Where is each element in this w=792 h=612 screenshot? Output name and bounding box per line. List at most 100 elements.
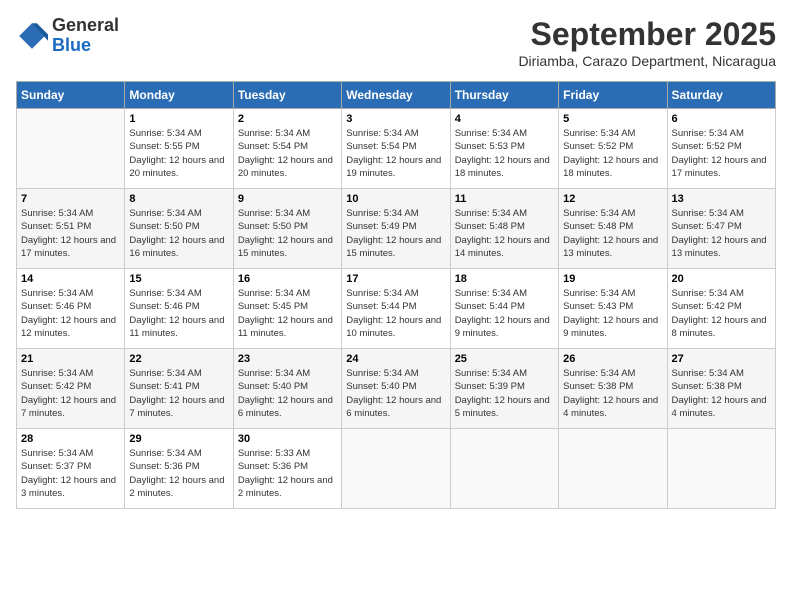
- sunset-text: Sunset: 5:37 PM: [21, 460, 120, 473]
- daylight-text: Daylight: 12 hours and 18 minutes.: [455, 154, 554, 181]
- day-info: Sunrise: 5:34 AMSunset: 5:43 PMDaylight:…: [563, 287, 662, 340]
- col-header-thursday: Thursday: [450, 82, 558, 109]
- sunrise-text: Sunrise: 5:34 AM: [563, 367, 662, 380]
- daylight-text: Daylight: 12 hours and 10 minutes.: [346, 314, 445, 341]
- sunrise-text: Sunrise: 5:34 AM: [455, 367, 554, 380]
- calendar-cell: 25Sunrise: 5:34 AMSunset: 5:39 PMDayligh…: [450, 349, 558, 429]
- calendar-header-row: SundayMondayTuesdayWednesdayThursdayFrid…: [17, 82, 776, 109]
- calendar-cell: 23 Sunrise: 5:34 AMSunset: 5:40 PMDayligh…: [233, 349, 341, 429]
- calendar-cell: 19Sunrise: 5:34 AMSunset: 5:43 PMDayligh…: [559, 269, 667, 349]
- daylight-text: Daylight: 12 hours and 15 minutes.: [238, 234, 337, 261]
- daylight-text: Daylight: 12 hours and 2 minutes.: [129, 474, 228, 501]
- logo-icon: [16, 20, 48, 52]
- day-number: 27: [672, 353, 771, 365]
- sunset-text: Sunset: 5:39 PM: [455, 380, 554, 393]
- calendar-cell: 1Sunrise: 5:34 AMSunset: 5:55 PMDaylight…: [125, 109, 233, 189]
- col-header-saturday: Saturday: [667, 82, 775, 109]
- sunrise-text: Sunrise: 5:34 AM: [455, 287, 554, 300]
- sunrise-text: Sunrise: 5:34 AM: [129, 207, 228, 220]
- calendar-cell: 15Sunrise: 5:34 AMSunset: 5:46 PMDayligh…: [125, 269, 233, 349]
- day-number: 24: [346, 353, 445, 365]
- sunset-text: Sunset: 5:38 PM: [563, 380, 662, 393]
- calendar-cell: [667, 429, 775, 509]
- calendar-cell: 22 Sunrise: 5:34 AMSunset: 5:41 PMDayligh…: [125, 349, 233, 429]
- calendar-cell: 2Sunrise: 5:34 AMSunset: 5:54 PMDaylight…: [233, 109, 341, 189]
- sunset-text: Sunset: 5:46 PM: [129, 300, 228, 313]
- daylight-text: Daylight: 12 hours and 9 minutes.: [563, 314, 662, 341]
- sunrise-text: Sunrise: 5:34 AM: [129, 367, 228, 380]
- sunset-text: Sunset: 5:53 PM: [455, 140, 554, 153]
- daylight-text: Daylight: 12 hours and 14 minutes.: [455, 234, 554, 261]
- location-subtitle: Diriamba, Carazo Department, Nicaragua: [518, 53, 776, 69]
- sunset-text: Sunset: 5:36 PM: [129, 460, 228, 473]
- day-info: Sunrise: 5:34 AMSunset: 5:48 PMDaylight:…: [563, 207, 662, 260]
- day-info: Sunrise: 5:33 AMSunset: 5:36 PMDaylight:…: [238, 447, 337, 500]
- day-info: Sunrise: 5:34 AMSunset: 5:41 PMDaylight:…: [129, 367, 228, 420]
- day-number: 7: [21, 193, 120, 205]
- calendar-cell: 6Sunrise: 5:34 AMSunset: 5:52 PMDaylight…: [667, 109, 775, 189]
- sunset-text: Sunset: 5:52 PM: [563, 140, 662, 153]
- sunset-text: Sunset: 5:40 PM: [346, 380, 445, 393]
- page-header: General Blue September 2025 Diriamba, Ca…: [16, 16, 776, 69]
- daylight-text: Daylight: 12 hours and 8 minutes.: [672, 314, 771, 341]
- daylight-text: Daylight: 12 hours and 2 minutes.: [238, 474, 337, 501]
- daylight-text: Daylight: 12 hours and 6 minutes.: [238, 394, 337, 421]
- sunset-text: Sunset: 5:55 PM: [129, 140, 228, 153]
- day-info: Sunrise: 5:34 AMSunset: 5:37 PMDaylight:…: [21, 447, 120, 500]
- sunrise-text: Sunrise: 5:34 AM: [563, 287, 662, 300]
- day-info: Sunrise: 5:34 AMSunset: 5:50 PMDaylight:…: [238, 207, 337, 260]
- logo-blue: Blue: [52, 36, 119, 56]
- sunset-text: Sunset: 5:54 PM: [346, 140, 445, 153]
- day-number: 29: [129, 433, 228, 445]
- daylight-text: Daylight: 12 hours and 3 minutes.: [21, 474, 120, 501]
- sunset-text: Sunset: 5:36 PM: [238, 460, 337, 473]
- day-number: 5: [563, 113, 662, 125]
- calendar-cell: 17 Sunrise: 5:34 AMSunset: 5:44 PMDayligh…: [342, 269, 450, 349]
- calendar-cell: [342, 429, 450, 509]
- calendar-cell: [17, 109, 125, 189]
- calendar-cell: 8Sunrise: 5:34 AMSunset: 5:50 PMDaylight…: [125, 189, 233, 269]
- calendar-cell: 5Sunrise: 5:34 AMSunset: 5:52 PMDaylight…: [559, 109, 667, 189]
- calendar-cell: 29Sunrise: 5:34 AMSunset: 5:36 PMDayligh…: [125, 429, 233, 509]
- sunrise-text: Sunrise: 5:34 AM: [238, 127, 337, 140]
- sunset-text: Sunset: 5:50 PM: [238, 220, 337, 233]
- calendar-cell: 10Sunrise: 5:34 AMSunset: 5:49 PMDayligh…: [342, 189, 450, 269]
- calendar-cell: 18Sunrise: 5:34 AMSunset: 5:44 PMDayligh…: [450, 269, 558, 349]
- sunset-text: Sunset: 5:51 PM: [21, 220, 120, 233]
- sunrise-text: Sunrise: 5:34 AM: [129, 287, 228, 300]
- day-info: Sunrise: 5:34 AMSunset: 5:51 PMDaylight:…: [21, 207, 120, 260]
- calendar-cell: 16Sunrise: 5:34 AMSunset: 5:45 PMDayligh…: [233, 269, 341, 349]
- daylight-text: Daylight: 12 hours and 17 minutes.: [21, 234, 120, 261]
- logo-general: General: [52, 16, 119, 36]
- sunrise-text: Sunrise: 5:34 AM: [21, 367, 120, 380]
- day-number: 18: [455, 273, 554, 285]
- day-number: 22: [129, 353, 228, 365]
- day-number: 11: [455, 193, 554, 205]
- sunrise-text: Sunrise: 5:34 AM: [563, 127, 662, 140]
- daylight-text: Daylight: 12 hours and 13 minutes.: [672, 234, 771, 261]
- day-info: Sunrise: 5:34 AMSunset: 5:44 PMDaylight:…: [346, 287, 445, 340]
- daylight-text: Daylight: 12 hours and 5 minutes.: [455, 394, 554, 421]
- daylight-text: Daylight: 12 hours and 19 minutes.: [346, 154, 445, 181]
- sunrise-text: Sunrise: 5:34 AM: [21, 287, 120, 300]
- daylight-text: Daylight: 12 hours and 6 minutes.: [346, 394, 445, 421]
- month-title: September 2025: [518, 16, 776, 53]
- day-number: 12: [563, 193, 662, 205]
- calendar-cell: [450, 429, 558, 509]
- sunrise-text: Sunrise: 5:34 AM: [346, 287, 445, 300]
- calendar-cell: 30Sunrise: 5:33 AMSunset: 5:36 PMDayligh…: [233, 429, 341, 509]
- daylight-text: Daylight: 12 hours and 4 minutes.: [563, 394, 662, 421]
- day-info: Sunrise: 5:34 AMSunset: 5:54 PMDaylight:…: [346, 127, 445, 180]
- calendar-week-4: 21Sunrise: 5:34 AMSunset: 5:42 PMDayligh…: [17, 349, 776, 429]
- calendar-week-1: 1Sunrise: 5:34 AMSunset: 5:55 PMDaylight…: [17, 109, 776, 189]
- sunrise-text: Sunrise: 5:34 AM: [129, 127, 228, 140]
- day-number: 15: [129, 273, 228, 285]
- day-number: 17: [346, 273, 445, 285]
- day-info: Sunrise: 5:34 AMSunset: 5:46 PMDaylight:…: [21, 287, 120, 340]
- day-info: Sunrise: 5:34 AMSunset: 5:40 PMDaylight:…: [238, 367, 337, 420]
- day-number: 23: [238, 353, 337, 365]
- sunset-text: Sunset: 5:42 PM: [672, 300, 771, 313]
- calendar-cell: 26Sunrise: 5:34 AMSunset: 5:38 PMDayligh…: [559, 349, 667, 429]
- title-block: September 2025 Diriamba, Carazo Departme…: [518, 16, 776, 69]
- sunset-text: Sunset: 5:43 PM: [563, 300, 662, 313]
